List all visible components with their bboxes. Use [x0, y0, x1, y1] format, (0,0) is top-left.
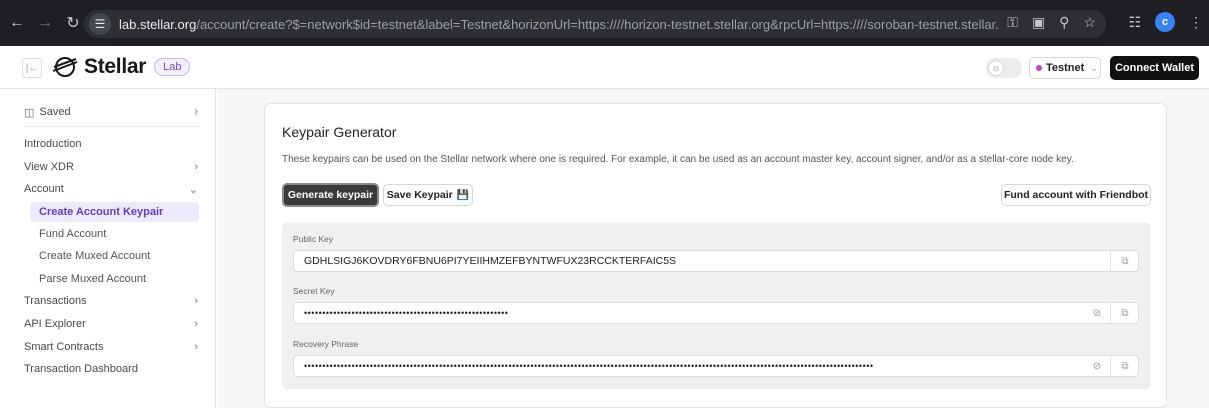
sidebar-item-fund-account[interactable]: Fund Account — [30, 224, 199, 244]
browser-toolbar-right: ☷ c ⋮ — [1128, 12, 1203, 32]
sidebar-item-transactions[interactable]: Transactions › — [24, 291, 200, 311]
keys-panel: Public Key GDHLSIGJ6KOVDRY6FBNU6PI7YEIIH… — [282, 222, 1151, 389]
recovery-phrase-label: Recovery Phrase — [293, 339, 359, 349]
connect-wallet-button[interactable]: Connect Wallet — [1110, 56, 1199, 80]
page-title: Keypair Generator — [282, 124, 397, 140]
browser-chrome: ← → ↻ ☰ lab.stellar.org/account/create?$… — [0, 0, 1209, 46]
sidebar-item-create-muxed-account[interactable]: Create Muxed Account — [30, 246, 199, 266]
collapse-sidebar-icon[interactable]: |← — [22, 58, 42, 78]
back-icon[interactable]: ← — [6, 12, 28, 34]
chevron-right-icon: › — [194, 341, 198, 353]
sidebar-item-label: Create Muxed Account — [39, 250, 151, 262]
secret-key-field[interactable]: ••••••••••••••••••••••••••••••••••••••••… — [293, 302, 1139, 324]
sidebar-item-label: Fund Account — [39, 228, 107, 240]
sidebar-item-transaction-dashboard[interactable]: Transaction Dashboard — [24, 359, 200, 379]
stellar-logo-icon — [52, 57, 78, 77]
save-keypair-label: Save Keypair — [386, 189, 453, 201]
sidebar-divider — [24, 126, 200, 127]
chevron-right-icon: › — [194, 161, 198, 173]
app-header: |← Stellar Lab ☼ Testnet ⌄ Connect Walle… — [0, 46, 1209, 89]
extensions-icon[interactable]: ☷ — [1128, 14, 1141, 31]
sidebar-item-label: Saved — [39, 106, 71, 118]
public-key-field[interactable]: GDHLSIGJ6KOVDRY6FBNU6PI7YEIIHMZEFBYNTWFU… — [293, 250, 1139, 272]
save-icon: 💾 — [456, 189, 470, 201]
site-info-icon[interactable]: ☰ — [89, 13, 111, 35]
chevron-right-icon: › — [194, 295, 198, 307]
keypair-generator-card: Keypair Generator These keypairs can be … — [264, 103, 1167, 408]
copy-icon[interactable]: ⧉ — [1114, 356, 1136, 376]
stellar-logo[interactable]: Stellar Lab — [52, 55, 191, 79]
sidebar-item-label: Smart Contracts — [24, 341, 104, 353]
fund-friendbot-button[interactable]: Fund account with Friendbot — [1001, 184, 1151, 206]
sidebar-item-smart-contracts[interactable]: Smart Contracts › — [24, 337, 200, 357]
main-content: Keypair Generator These keypairs can be … — [217, 89, 1209, 408]
address-bar-icons: ⚿ ▣ ⚲ ☆ — [1007, 14, 1096, 31]
saved-icon: ◫ — [24, 106, 35, 119]
secret-key-value: ••••••••••••••••••••••••••••••••••••••••… — [304, 308, 509, 318]
sidebar-item-account[interactable]: Account ⌄ — [24, 179, 200, 199]
recovery-phrase-field[interactable]: ••••••••••••••••••••••••••••••••••••••••… — [293, 355, 1139, 377]
sidebar-item-view-xdr[interactable]: View XDR › — [24, 157, 200, 177]
network-selector[interactable]: Testnet ⌄ — [1029, 57, 1101, 79]
url-path: /account/create?$=network$id=testnet&lab… — [196, 16, 999, 32]
sidebar-item-label: Transactions — [24, 295, 87, 307]
sun-icon: ☼ — [988, 60, 1004, 76]
chevron-down-icon: ⌄ — [188, 183, 198, 196]
public-key-label: Public Key — [293, 234, 334, 244]
address-bar[interactable]: ☰ lab.stellar.org/account/create?$=netwo… — [84, 10, 1106, 38]
bookmark-star-icon[interactable]: ☆ — [1083, 14, 1096, 31]
recovery-phrase-value: ••••••••••••••••••••••••••••••••••••••••… — [304, 361, 874, 371]
sidebar-item-introduction[interactable]: Introduction — [24, 134, 200, 154]
lab-badge: Lab — [154, 58, 191, 76]
sidebar-item-label: Parse Muxed Account — [39, 273, 147, 285]
copy-icon[interactable]: ⧉ — [1114, 251, 1136, 271]
save-keypair-button[interactable]: Save Keypair 💾 — [383, 184, 473, 206]
menu-kebab-icon[interactable]: ⋮ — [1189, 14, 1203, 31]
network-status-dot — [1036, 65, 1042, 71]
page-description: These keypairs can be used on the Stella… — [282, 154, 1074, 165]
logo-text: Stellar — [84, 55, 147, 78]
url-text[interactable]: lab.stellar.org/account/create?$=network… — [119, 17, 999, 32]
sidebar-item-label: View XDR — [24, 161, 74, 173]
chevron-right-icon: › — [194, 318, 198, 330]
field-divider — [1110, 251, 1111, 271]
theme-toggle[interactable]: ☼ — [986, 58, 1022, 78]
key-icon[interactable]: ⚿ — [1007, 14, 1018, 31]
secret-key-label: Secret Key — [293, 286, 335, 296]
field-divider — [1110, 356, 1111, 376]
public-key-value: GDHLSIGJ6KOVDRY6FBNU6PI7YEIIHMZEFBYNTWFU… — [304, 255, 677, 267]
reload-icon[interactable]: ↻ — [62, 12, 84, 34]
forward-icon[interactable]: → — [34, 12, 56, 34]
eye-off-icon[interactable]: ⊘ — [1086, 356, 1108, 376]
generate-keypair-button[interactable]: Generate keypair — [282, 183, 379, 207]
sidebar-item-label: Transaction Dashboard — [24, 363, 138, 375]
eye-off-icon[interactable]: ⊘ — [1086, 303, 1108, 323]
translate-icon[interactable]: ▣ — [1032, 14, 1045, 31]
sidebar-item-api-explorer[interactable]: API Explorer › — [24, 314, 200, 334]
chevron-right-icon: › — [194, 106, 198, 118]
network-label: Testnet — [1046, 62, 1085, 74]
copy-icon[interactable]: ⧉ — [1114, 303, 1136, 323]
zoom-icon[interactable]: ⚲ — [1059, 14, 1069, 31]
chevron-down-icon: ⌄ — [1090, 62, 1098, 73]
sidebar-item-saved[interactable]: ◫ Saved › — [24, 102, 200, 122]
field-divider — [1110, 303, 1111, 323]
sidebar-item-parse-muxed-account[interactable]: Parse Muxed Account — [30, 269, 199, 289]
sidebar-item-label: Create Account Keypair — [39, 206, 164, 218]
sidebar-item-label: API Explorer — [24, 318, 86, 330]
sidebar-item-label: Introduction — [24, 138, 82, 150]
url-host: lab.stellar.org — [119, 16, 197, 32]
sidebar: ◫ Saved › Introduction View XDR › Accoun… — [0, 89, 216, 408]
sidebar-item-label: Account — [24, 183, 64, 195]
sidebar-item-create-account-keypair[interactable]: Create Account Keypair — [30, 202, 199, 222]
profile-avatar[interactable]: c — [1155, 12, 1175, 32]
